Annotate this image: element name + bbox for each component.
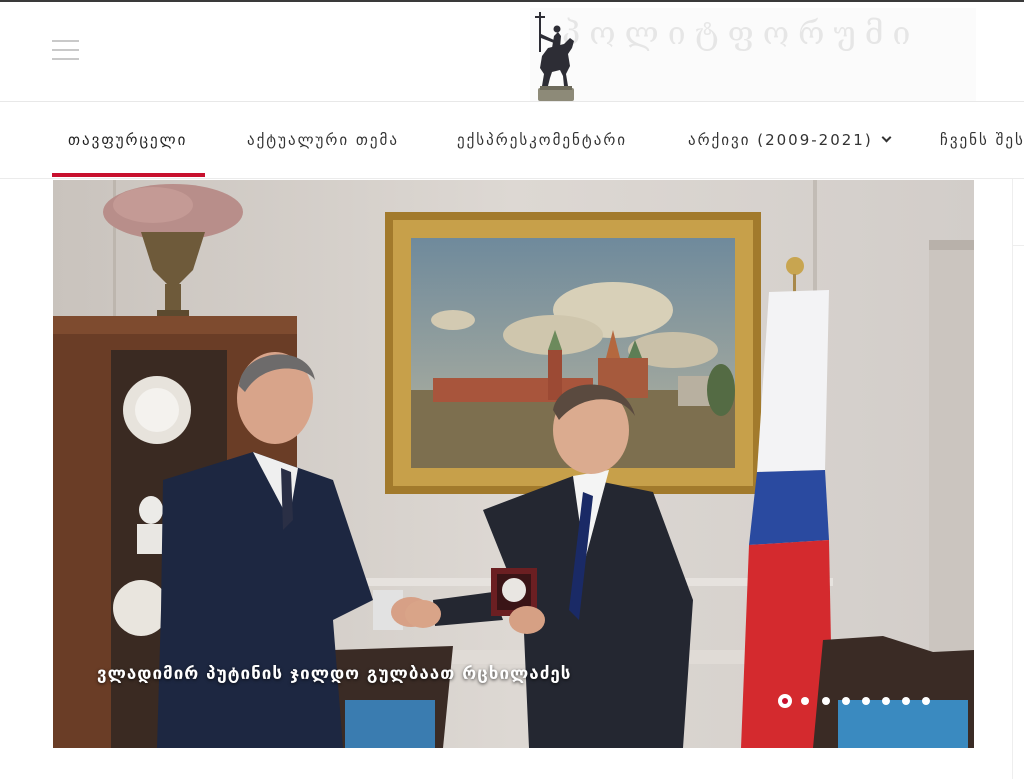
nav-item-archive-label: არქივი (2009-2021)	[688, 131, 873, 149]
slider-dot-6[interactable]	[882, 697, 890, 705]
site-logo[interactable]: პოლიტფორუმი	[530, 8, 976, 102]
slider-dot-1[interactable]	[778, 694, 792, 708]
nav-item-express-comment[interactable]: ექსპრესკომენტარი	[457, 102, 627, 178]
nav-item-archive[interactable]: არქივი (2009-2021)	[688, 102, 892, 178]
main-navigation: თავფურცელი აქტუალური თემა ექსპრესკომენტა…	[0, 102, 1024, 179]
site-header: პოლიტფორუმი	[0, 2, 1024, 102]
nav-item-current-topic[interactable]: აქტუალური თემა	[247, 102, 399, 178]
slide-caption[interactable]: ვლადიმირ პუტინის ჯილდო გულბაათ რცხილაძეს	[97, 664, 571, 684]
slider-dot-3[interactable]	[822, 697, 830, 705]
featured-slider[interactable]: ვლადიმირ პუტინის ჯილდო გულბაათ რცხილაძეს	[53, 180, 974, 748]
slider-dot-7[interactable]	[902, 697, 910, 705]
slider-dot-2[interactable]	[801, 697, 809, 705]
active-tab-indicator	[52, 173, 205, 177]
slider-dot-4[interactable]	[842, 697, 850, 705]
chevron-down-icon	[881, 132, 892, 143]
logo-text: პოლიტფორუმი	[562, 14, 920, 52]
hamburger-menu-icon[interactable]	[52, 40, 80, 62]
slider-dot-8[interactable]	[922, 697, 930, 705]
slide-photo	[53, 180, 974, 748]
equestrian-statue-icon	[535, 12, 574, 101]
slider-dot-5[interactable]	[862, 697, 870, 705]
nav-item-home[interactable]: თავფურცელი	[68, 102, 187, 178]
sidebar-edge	[1012, 179, 1024, 779]
nav-item-about-us[interactable]: ჩვენს შესახებ	[940, 102, 1024, 178]
